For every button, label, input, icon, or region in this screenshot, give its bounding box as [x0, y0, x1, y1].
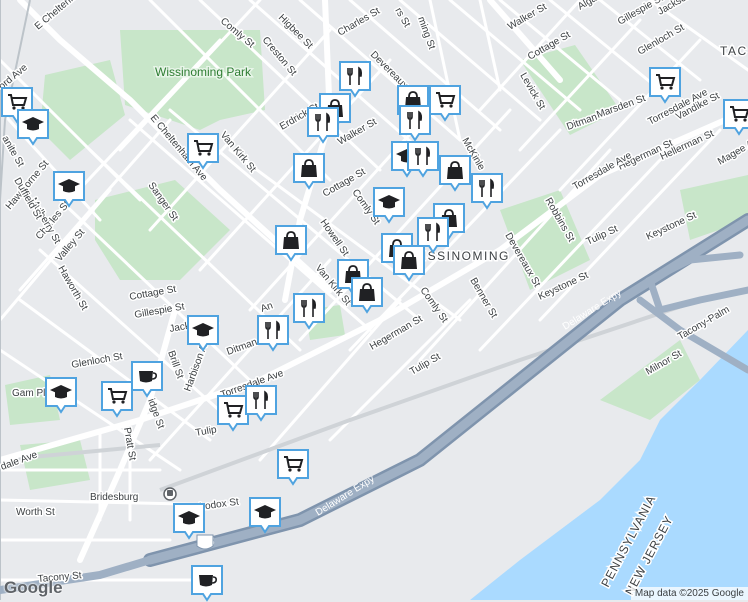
shopping-bag-icon[interactable]	[292, 152, 326, 190]
school-icon[interactable]	[44, 376, 78, 414]
cafe-icon[interactable]	[130, 360, 164, 398]
school-icon[interactable]	[186, 314, 220, 352]
restaurant-icon[interactable]	[398, 104, 432, 142]
shopping-cart-icon[interactable]	[648, 66, 682, 104]
school-icon[interactable]	[52, 170, 86, 208]
label-wissinoming-park: Wissinoming Park	[155, 65, 252, 79]
shopping-cart-icon[interactable]	[100, 380, 134, 418]
restaurant-icon[interactable]	[470, 172, 504, 210]
restaurant-icon[interactable]	[292, 292, 326, 330]
school-icon[interactable]	[248, 496, 282, 534]
shopping-bag-icon[interactable]	[274, 224, 308, 262]
google-logo: Google	[4, 578, 63, 597]
shopping-cart-icon[interactable]	[276, 448, 310, 486]
label-worth-st: Worth St	[16, 507, 55, 518]
label-taco: TAC	[720, 44, 748, 58]
school-icon[interactable]	[16, 108, 50, 146]
shopping-cart-icon[interactable]	[428, 84, 462, 122]
school-icon[interactable]	[372, 186, 406, 224]
restaurant-icon[interactable]	[306, 106, 340, 144]
cafe-icon[interactable]	[190, 564, 224, 602]
restaurant-icon[interactable]	[406, 140, 440, 178]
label-bridesburg: Bridesburg	[90, 492, 138, 503]
shopping-cart-icon[interactable]	[722, 98, 748, 136]
train-station-icon[interactable]	[163, 487, 177, 501]
shopping-bag-icon[interactable]	[392, 244, 426, 282]
restaurant-icon[interactable]	[256, 314, 290, 352]
map-attribution: Map data ©2025 Google	[630, 587, 748, 600]
restaurant-icon[interactable]	[244, 384, 278, 422]
shopping-bag-icon[interactable]	[350, 276, 384, 314]
shopping-cart-icon[interactable]	[186, 132, 220, 170]
shopping-bag-icon[interactable]	[438, 154, 472, 192]
school-icon[interactable]	[172, 502, 206, 540]
